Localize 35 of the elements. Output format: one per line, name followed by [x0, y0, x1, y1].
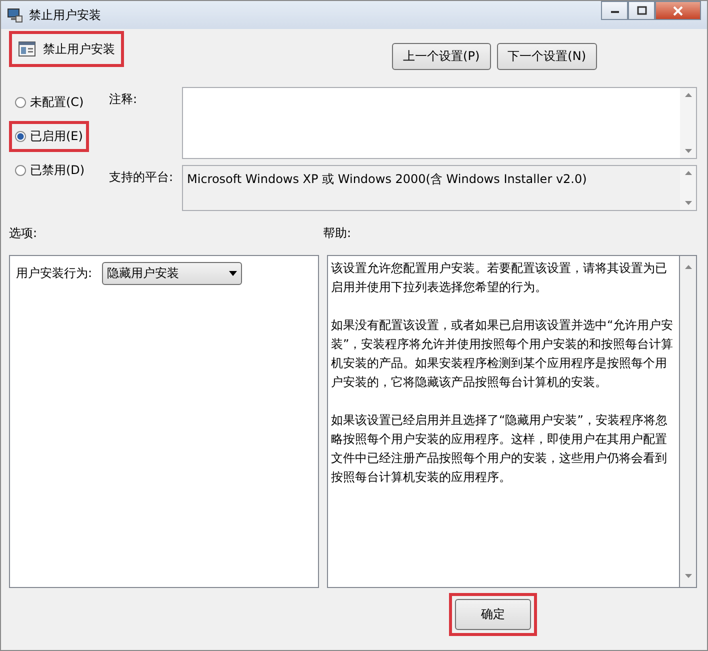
minimize-icon — [610, 8, 620, 12]
platform-label: 支持的平台: — [109, 169, 174, 186]
policy-icon — [18, 40, 36, 58]
scrollbar[interactable] — [680, 256, 696, 587]
scroll-down-icon[interactable] — [684, 149, 692, 153]
scroll-down-icon[interactable] — [684, 201, 692, 205]
scroll-up-icon[interactable] — [684, 93, 692, 97]
help-paragraph: 该设置允许您配置用户安装。若要配置该设置，请将其设置为已启用并使用下拉列表选择您希望的行为。 — [331, 260, 668, 296]
scroll-up-icon[interactable] — [684, 171, 692, 175]
nav-button[interactable]: 下一个设置(N) — [496, 43, 597, 70]
radio-option[interactable]: 未配置(C) — [9, 87, 90, 118]
comment-field[interactable] — [182, 87, 697, 159]
close-icon — [673, 6, 683, 16]
help-paragraph: 如果没有配置该设置，或者如果已启用该设置并选中“允许用户安装”，安装程序将允许并使用按照每个用户安装的和按照每台计算机安装的产品。如果安装程序检测到某个应用程序是按照每个用户安装的，它将隐藏该产品按照每台计算机的安装。 — [331, 317, 674, 391]
radio-option[interactable]: 已禁用(D) — [9, 155, 91, 186]
help-label: 帮助: — [323, 225, 352, 242]
window-title: 禁止用户安装 — [29, 6, 101, 24]
radio-option[interactable]: 已启用(E) — [9, 121, 89, 152]
nav-button[interactable]: 上一个设置(P) — [392, 43, 491, 70]
scroll-up-icon[interactable] — [684, 265, 692, 269]
computer-icon — [7, 7, 23, 23]
maximize-icon — [636, 6, 646, 15]
options-label: 选项: — [9, 225, 38, 242]
minimize-button[interactable] — [601, 1, 628, 20]
close-button[interactable] — [655, 1, 701, 20]
help-paragraph: 如果该设置已经启用并且选择了“隐藏用户安装”，安装程序将忽略按照每个用户安装的应用程序。这样，即使用户在其用户配置文件中已经注册产品按照每个用户的安装，这些用户仍将会看到按照每台计算机安装的应用程序。 — [331, 412, 668, 486]
caret-icon — [229, 271, 238, 276]
comment-label: 注释: — [109, 91, 138, 108]
install-behavior-label: 用户安装行为: — [16, 265, 92, 282]
policy-title: 禁止用户安装 — [43, 40, 115, 58]
maximize-button[interactable] — [628, 1, 655, 20]
behavior-dropdown[interactable]: 隐藏用户安装 — [102, 262, 242, 285]
platform-field: Microsoft Windows XP 或 Windows 2000(含 Windows Installer v2.0) — [182, 165, 697, 211]
ok-button[interactable]: 确定 — [455, 599, 531, 630]
scroll-down-icon[interactable] — [684, 574, 692, 578]
